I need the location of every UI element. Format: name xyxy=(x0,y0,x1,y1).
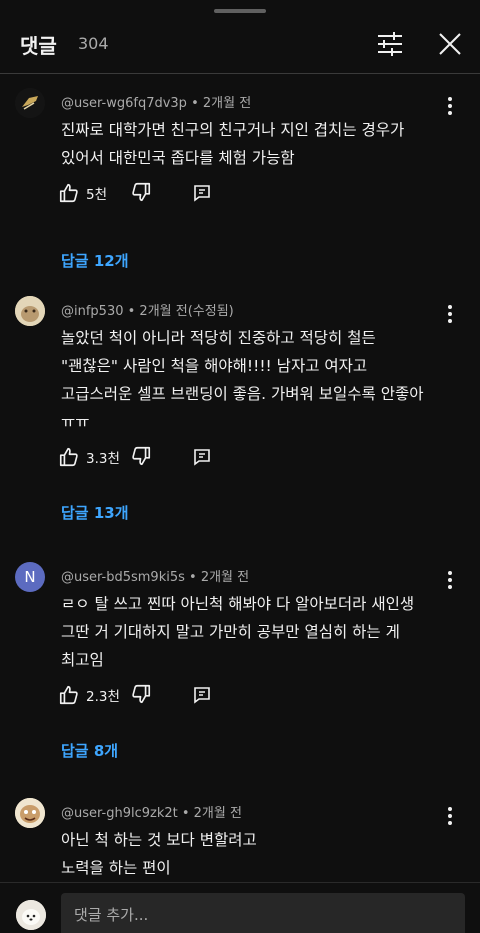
reply-icon xyxy=(194,687,210,704)
comment-text-line: "괜찮은" 사람인 척을 해야해!!!! 남자고 여자고 xyxy=(61,357,368,375)
add-comment-input[interactable] xyxy=(61,893,465,933)
more-vert-icon xyxy=(448,97,452,115)
comment-text-line: 고급스러운 셀프 브랜딩이 좋음. 가벼워 보일수록 안좋아 xyxy=(61,385,424,403)
more-vert-icon xyxy=(448,571,452,589)
avatar-image xyxy=(15,88,45,118)
avatar-image xyxy=(15,296,45,326)
comment-text-line: ㄹㅇ 탈 쓰고 찐따 아닌척 해봐야 다 알아보더라 새인생 xyxy=(61,595,415,613)
comment-list[interactable]: @user-wg6fq7dv3p • 2개월 전 진짜로 대학가면 친구의 친구… xyxy=(0,74,480,882)
comment-author-meta[interactable]: @infp530 • 2개월 전(수정됨) xyxy=(61,300,234,319)
thumb-down-icon xyxy=(132,182,151,202)
close-button[interactable] xyxy=(432,26,468,62)
comment-menu-button[interactable] xyxy=(436,568,464,592)
filter-icon xyxy=(378,32,402,56)
comments-header: 댓글 304 xyxy=(0,22,480,66)
comment: @user-wg6fq7dv3p • 2개월 전 진짜로 대학가면 친구의 친구… xyxy=(0,88,480,278)
avatar[interactable] xyxy=(15,296,45,326)
thumb-down-icon xyxy=(132,684,151,704)
thumb-down-icon xyxy=(132,446,151,466)
comment-author-meta[interactable]: @user-bd5sm9ki5s • 2개월 전 xyxy=(61,566,249,585)
comment-count: 304 xyxy=(78,34,109,53)
like-count: 3.3천 xyxy=(86,451,120,467)
comment-text-line: 최고임 xyxy=(61,651,104,669)
comment-text-line: 그딴 거 기대하지 말고 가만히 공부만 열심히 하는 게 xyxy=(61,623,400,641)
comment-text: ㄹㅇ 탈 쓰고 찐따 아닌척 해봐야 다 알아보더라 새인생 그딴 거 기대하지… xyxy=(61,590,461,674)
comment-actions: 5천 xyxy=(58,181,258,205)
current-user-avatar xyxy=(16,900,46,930)
like-count: 2.3천 xyxy=(86,689,120,705)
like-button[interactable]: 5천 xyxy=(58,181,107,205)
comment-actions: 2.3천 xyxy=(58,683,258,707)
comment-text-line: 놀았던 척이 아니라 적당히 진중하고 적당히 철든 xyxy=(61,329,376,347)
view-replies-link[interactable]: 답글 8개 xyxy=(61,740,118,761)
comment-text-line: ㅠㅠ xyxy=(61,413,90,431)
comment-text-line: 진짜로 대학가면 친구의 친구거나 지인 겹치는 경우가 xyxy=(61,121,405,139)
comment-author-meta[interactable]: @user-gh9lc9zk2t • 2개월 전 xyxy=(61,802,242,821)
comment-text: 진짜로 대학가면 친구의 친구거나 지인 겹치는 경우가 있어서 대한민국 좁다… xyxy=(61,116,461,172)
avatar[interactable] xyxy=(15,798,45,828)
comment: N @user-bd5sm9ki5s • 2개월 전 ㄹㅇ 탈 쓰고 찐따 아닌… xyxy=(0,562,480,772)
filter-button[interactable] xyxy=(372,26,408,62)
avatar[interactable]: N xyxy=(15,562,45,592)
comment-text: 아닌 척 하는 것 보다 변할려고 노력을 하는 편이 xyxy=(61,826,461,882)
comment-menu-button[interactable] xyxy=(436,94,464,118)
view-replies-link[interactable]: 답글 13개 xyxy=(61,502,129,523)
avatar[interactable] xyxy=(15,88,45,118)
like-button[interactable]: 3.3천 xyxy=(58,445,120,469)
dislike-button[interactable] xyxy=(130,445,154,469)
reply-icon xyxy=(194,185,210,202)
avatar-image xyxy=(15,798,45,828)
comment: @user-gh9lc9zk2t • 2개월 전 아닌 척 하는 것 보다 변할… xyxy=(0,798,480,882)
avatar-letter: N xyxy=(24,568,36,586)
reply-button[interactable] xyxy=(192,183,214,205)
comment-text-line: 있어서 대한민국 좁다를 체험 가능함 xyxy=(61,149,295,167)
like-button[interactable]: 2.3천 xyxy=(58,683,120,707)
dislike-button[interactable] xyxy=(130,181,154,205)
page-title: 댓글 xyxy=(20,34,57,58)
avatar-image xyxy=(16,900,46,930)
comment-text-line: 노력을 하는 편이 xyxy=(61,859,171,877)
comment-actions: 3.3천 xyxy=(58,445,258,469)
reply-icon xyxy=(194,449,210,466)
comment: @infp530 • 2개월 전(수정됨) 놀았던 척이 아니라 적당히 진중하… xyxy=(0,296,480,566)
more-vert-icon xyxy=(448,807,452,825)
view-replies-link[interactable]: 답글 12개 xyxy=(61,250,129,271)
close-icon xyxy=(439,33,461,55)
dislike-button[interactable] xyxy=(130,683,154,707)
comment-composer xyxy=(0,882,480,933)
thumb-up-icon xyxy=(59,685,78,705)
comment-menu-button[interactable] xyxy=(436,804,464,828)
comment-text: 놀았던 척이 아니라 적당히 진중하고 적당히 철든 "괜찮은" 사람인 척을 … xyxy=(61,324,461,436)
like-count: 5천 xyxy=(86,187,108,203)
comment-text-line: 아닌 척 하는 것 보다 변할려고 xyxy=(61,831,257,849)
thumb-up-icon xyxy=(59,447,78,467)
thumb-up-icon xyxy=(59,183,78,203)
comment-author-meta[interactable]: @user-wg6fq7dv3p • 2개월 전 xyxy=(61,92,251,111)
reply-button[interactable] xyxy=(192,447,214,469)
reply-button[interactable] xyxy=(192,685,214,707)
drag-handle[interactable] xyxy=(214,9,266,13)
more-vert-icon xyxy=(448,305,452,323)
comment-menu-button[interactable] xyxy=(436,302,464,326)
